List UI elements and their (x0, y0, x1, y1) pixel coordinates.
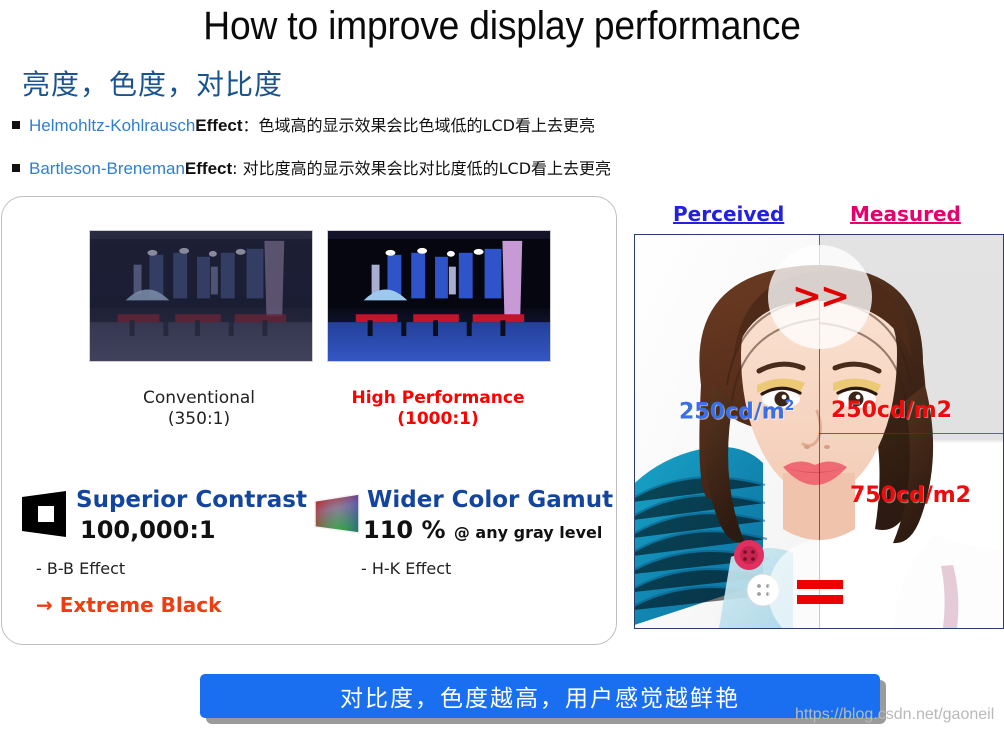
caption-conventional: Conventional (350:1) (74, 388, 324, 430)
night-photo-high-performance (327, 230, 551, 362)
caption-conventional-line2: (350:1) (167, 409, 231, 429)
heading-measured: Measured (850, 202, 961, 226)
bullet-2-text: 对比度高的显示效果会比对比度低的LCD看上去更亮 (242, 159, 612, 178)
bullet-2-sep: : (232, 159, 243, 178)
luminance-perceived: 250cd/m2 (679, 398, 794, 424)
bullet-1-effect: Effect (195, 116, 243, 135)
feature-2-title: Wider Color Gamut (367, 487, 614, 513)
subtitle-cn: 亮度，色度，对比度 (22, 68, 284, 101)
color-gamut-screen-icon (314, 493, 360, 534)
summary-banner-text: 对比度，色度越高，用户感觉越鲜艳 (340, 686, 740, 712)
slide-root: How to improve display performance 亮度，色度… (0, 0, 1004, 735)
feature-2-value-wrap: 110 % @ any gray level (363, 516, 602, 544)
feature-1-arrow: → Extreme Black (36, 593, 222, 617)
greater-than-badge: >> (768, 245, 872, 349)
bullet-1-name: Helmohltz-Kohlrausch (29, 116, 196, 135)
page-title: How to improve display performance (203, 4, 801, 48)
bullet-2-name: Bartleson-Breneman (29, 159, 185, 178)
night-scene-vivid-illustration (328, 231, 550, 361)
bullet-2-effect: Effect (184, 159, 233, 178)
bullet-1-sep: ： (242, 116, 259, 135)
luminance-perceived-superscript: 2 (784, 398, 795, 414)
caption-conventional-line1: Conventional (142, 388, 256, 408)
bullet-1-text: 色域高的显示效果会比色域低的LCD看上去更亮 (258, 116, 595, 135)
contrast-screen-icon (22, 491, 66, 537)
feature-2-sub: - H-K Effect (361, 559, 452, 578)
feature-1-title: Superior Contrast (76, 487, 307, 513)
heading-perceived: Perceived (673, 202, 785, 226)
night-scene-dim-illustration (90, 231, 312, 361)
luminance-measured-bottom: 750cd/m2 (850, 483, 971, 508)
equals-icon (797, 579, 843, 605)
bullet-square-icon (12, 121, 20, 129)
caption-high-performance: High Performance (1000:1) (313, 388, 563, 430)
feature-1-value: 100,000:1 (80, 516, 216, 544)
bullet-item-1: Helmohltz-KohlrauschEffect：色域高的显示效果会比色域低… (12, 112, 595, 136)
bullet-item-2: Bartleson-BrenemanEffect: 对比度高的显示效果会比对比度… (12, 155, 611, 179)
feature-2-value-suffix: @ any gray level (453, 523, 603, 542)
greater-than-icon: >> (791, 276, 850, 317)
luminance-perceived-text: 250cd/m (679, 399, 785, 425)
caption-high-line2: (1000:1) (397, 409, 479, 429)
feature-2-value: 110 % (363, 516, 446, 544)
night-photo-conventional (89, 230, 313, 362)
feature-1-sub: - B-B Effect (36, 559, 126, 578)
luminance-measured-top: 250cd/m2 (831, 398, 952, 423)
summary-banner: 对比度，色度越高，用户感觉越鲜艳 (200, 674, 880, 718)
photo-horizontal-divider (819, 433, 1003, 435)
caption-high-line1: High Performance (351, 388, 525, 408)
model-photo-comparison: 250cd/m2 250cd/m2 750cd/m2 >> (634, 234, 1004, 629)
bullet-square-icon (12, 164, 20, 172)
